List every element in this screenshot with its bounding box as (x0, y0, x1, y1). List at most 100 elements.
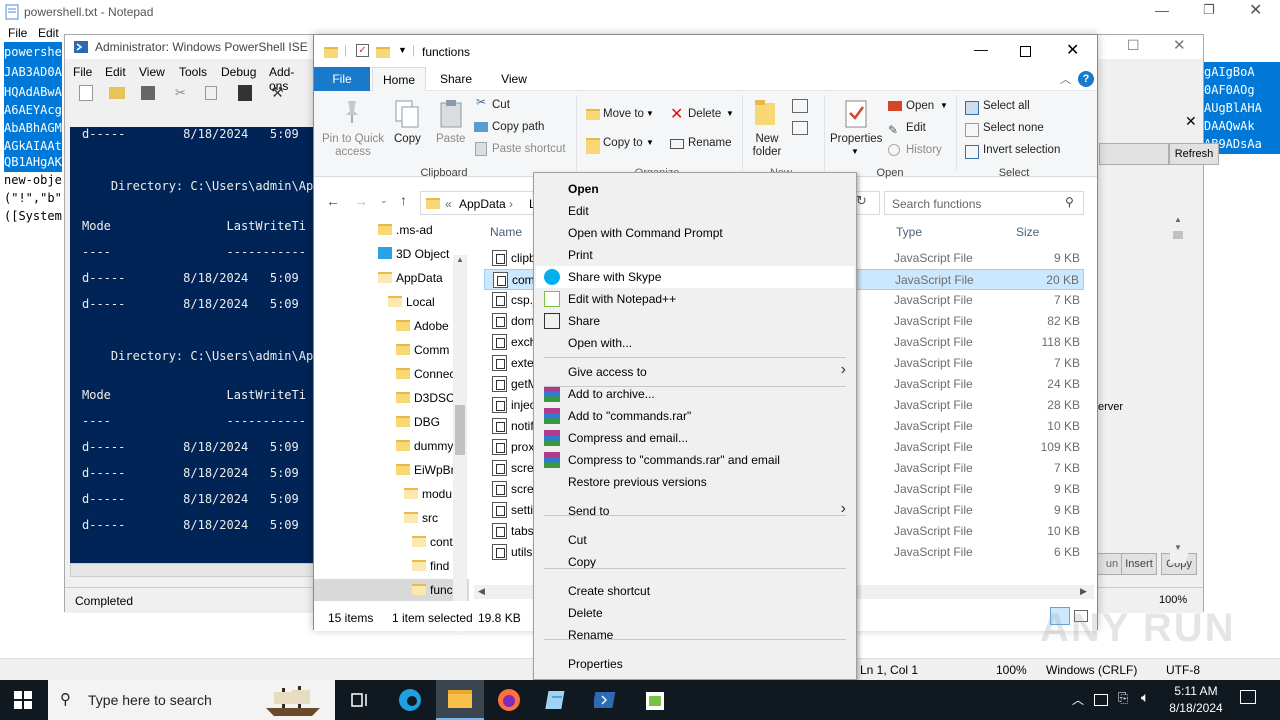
maximize-icon[interactable] (1020, 46, 1031, 57)
search-icon[interactable]: ⚲ (1065, 195, 1074, 209)
context-menu-item-delete[interactable]: Delete (536, 602, 854, 624)
context-menu-item-share[interactable]: Share (536, 310, 854, 332)
insert-button[interactable]: Insert (1121, 553, 1157, 575)
nav-item[interactable]: find (412, 555, 449, 577)
nav-item[interactable]: 3D Object (378, 243, 449, 265)
open-dropdown-icon[interactable]: ▼ (940, 101, 948, 110)
minimize-icon[interactable]: — (974, 41, 988, 57)
nav-item[interactable]: cont (412, 531, 453, 553)
module-dropdown[interactable] (1099, 143, 1169, 165)
new-script-icon[interactable] (79, 85, 93, 101)
search-box[interactable]: Search functions ⚲ (884, 191, 1084, 215)
context-menu-item-print[interactable]: Print (536, 244, 854, 266)
nav-item[interactable]: EiWpBr (396, 459, 455, 481)
delete-button[interactable]: Delete (688, 108, 721, 120)
nav-item[interactable]: .ms-ad (378, 219, 433, 241)
nav-item[interactable]: Comm (396, 339, 449, 361)
nav-item[interactable]: Adobe (396, 315, 449, 337)
file-vscrollbar[interactable]: ▲ ▼ (1170, 213, 1186, 563)
save-icon[interactable] (141, 86, 155, 100)
nav-item[interactable]: Connec (396, 363, 455, 385)
copy-icon[interactable] (205, 86, 217, 100)
nav-item[interactable]: dummy (396, 435, 453, 457)
delete-dropdown-icon[interactable]: ▼ (726, 109, 734, 118)
nav-item[interactable]: AppData (378, 267, 443, 289)
nav-item[interactable]: modu (404, 483, 452, 505)
tab-view[interactable]: View (486, 67, 542, 91)
ise-menu-view[interactable]: View (139, 65, 165, 79)
taskbar-search-box[interactable]: ⚲ Type here to search (48, 680, 335, 720)
context-menu-item-create-shortcut[interactable]: Create shortcut (536, 580, 854, 602)
select-none-button[interactable]: Select none (983, 122, 1044, 134)
tab-file[interactable]: File (314, 67, 370, 91)
ise-menu-file[interactable]: File (73, 65, 92, 79)
refresh-button[interactable]: Refresh (1169, 143, 1219, 165)
network-wired-icon[interactable]: ⎘ (1118, 690, 1128, 706)
context-menu-item-send-to[interactable]: Send to › (536, 500, 854, 522)
context-menu-item-rename[interactable]: Rename (536, 624, 854, 646)
properties-button[interactable]: Properties (830, 133, 882, 145)
refresh-icon[interactable]: ↻ (856, 193, 867, 209)
copy-button[interactable]: Copy (394, 133, 421, 145)
restore-icon[interactable]: ❐ (1203, 2, 1215, 18)
firefox-icon[interactable] (497, 688, 521, 712)
ise-restore-icon[interactable]: ☐ (1127, 37, 1140, 54)
copy-path-button[interactable]: Copy path (492, 121, 544, 133)
context-menu-item-compress-and-email[interactable]: Compress and email... (536, 427, 854, 449)
up-icon[interactable]: ↑ (400, 192, 407, 208)
paste-icon[interactable] (238, 85, 252, 101)
context-menu-item-open[interactable]: Open (536, 178, 854, 200)
move-to-dropdown-icon[interactable]: ▼ (646, 109, 654, 118)
context-menu-item-compress-to-commands-rar-and-email[interactable]: Compress to "commands.rar" and email (536, 449, 854, 471)
ise-menu-edit[interactable]: Edit (105, 65, 126, 79)
edit-button[interactable]: Edit (906, 122, 926, 134)
breadcrumb-appdata[interactable]: AppData (459, 197, 506, 211)
easy-access-icon[interactable] (792, 121, 808, 135)
menu-file[interactable]: File (8, 26, 27, 40)
forward-icon[interactable]: → (354, 193, 368, 209)
context-menu-item-open-with[interactable]: Open with... (536, 332, 854, 354)
paste-button[interactable]: Paste (436, 133, 465, 145)
cut-icon[interactable]: ✂ (175, 85, 186, 101)
context-menu-item-restore-previous-versions[interactable]: Restore previous versions (536, 471, 854, 493)
context-menu-item-edit-with-notepad[interactable]: Edit with Notepad++ (536, 288, 854, 310)
back-icon[interactable]: ← (326, 193, 340, 209)
nav-item[interactable]: src (404, 507, 438, 529)
close-icon[interactable]: ✕ (1066, 40, 1079, 60)
context-menu-item-share-with-skype[interactable]: Share with Skype (536, 266, 854, 288)
run-icon[interactable]: ⚒ (271, 84, 284, 101)
paste-shortcut-button[interactable]: Paste shortcut (492, 143, 566, 155)
notepad-taskbar-icon[interactable] (545, 688, 569, 712)
context-menu-item-open-with-command-prompt[interactable]: Open with Command Prompt (536, 222, 854, 244)
clock-date[interactable]: 8/18/2024 (1164, 701, 1228, 715)
powershell-taskbar-icon[interactable] (594, 688, 618, 712)
properties-dropdown-icon[interactable]: ▼ (851, 147, 859, 156)
tab-home[interactable]: Home (372, 67, 426, 91)
context-menu-item-edit[interactable]: Edit (536, 200, 854, 222)
nav-scrollbar[interactable]: ▲ (453, 255, 467, 635)
invert-selection-button[interactable]: Invert selection (983, 144, 1060, 156)
context-menu-item-copy[interactable]: Copy (536, 551, 854, 573)
volume-icon[interactable]: 🔈︎ (1141, 689, 1149, 706)
close-icon[interactable]: ✕ (1249, 0, 1262, 20)
nav-item[interactable]: D3DSC (396, 387, 455, 409)
notepadpp-taskbar-icon[interactable] (643, 688, 667, 712)
windows-start-icon[interactable] (14, 691, 32, 709)
nav-item-selected[interactable]: func (314, 579, 469, 601)
cut-button[interactable]: Cut (492, 99, 510, 111)
copy-to-dropdown-icon[interactable]: ▼ (646, 138, 654, 147)
tab-share[interactable]: Share (428, 67, 484, 91)
nav-item[interactable]: Local (388, 291, 435, 313)
notifications-icon[interactable] (1240, 690, 1256, 704)
context-menu-item-properties[interactable]: Properties (536, 653, 854, 675)
select-all-button[interactable]: Select all (983, 100, 1030, 112)
clock-time[interactable]: 5:11 AM (1164, 684, 1228, 698)
nav-item[interactable]: DBG (396, 411, 440, 433)
taskbar-explorer-button[interactable] (436, 680, 484, 720)
minimize-icon[interactable]: — (1155, 2, 1169, 18)
context-menu-item-add-to-commands-rar[interactable]: Add to "commands.rar" (536, 405, 854, 427)
column-size[interactable]: Size (1016, 225, 1039, 239)
menu-edit[interactable]: Edit (38, 26, 59, 40)
ise-menu-debug[interactable]: Debug (221, 65, 256, 79)
quick-access-dropdown-icon[interactable]: ▼ (398, 45, 407, 55)
